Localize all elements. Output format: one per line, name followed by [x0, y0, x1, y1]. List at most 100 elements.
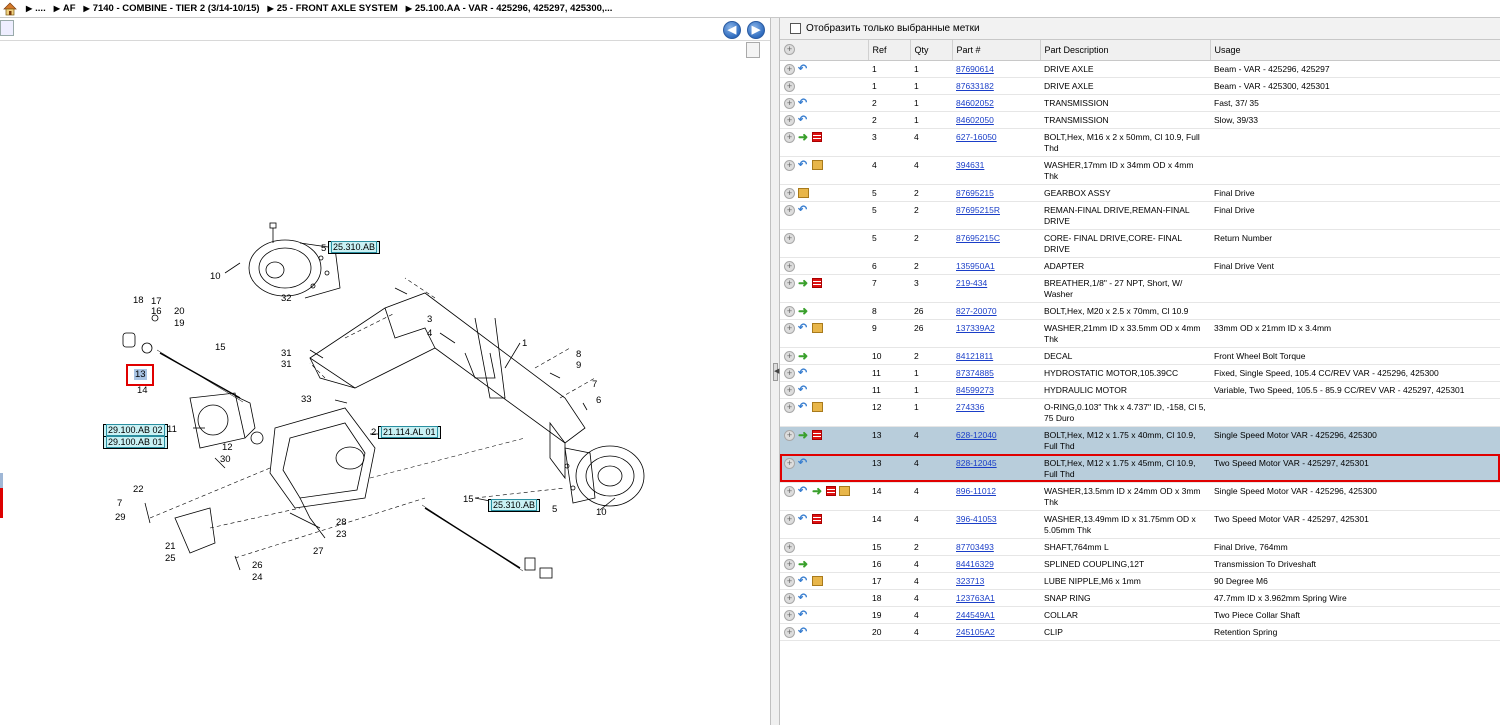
callout[interactable]: 31	[281, 359, 292, 370]
info-arrow-icon[interactable]: ↶	[798, 457, 809, 469]
add-icon[interactable]: +	[784, 232, 795, 244]
info-arrow-icon[interactable]: ↶	[798, 626, 809, 638]
add-icon[interactable]: +	[784, 204, 795, 216]
panel-splitter[interactable]: ◀	[770, 18, 780, 725]
add-icon[interactable]: +	[784, 350, 795, 362]
column-header-description[interactable]: Part Description	[1040, 40, 1211, 61]
table-row[interactable]: + ➜ 13 4 628-12040 BOLT,Hex, M12 x 1.75 x 40m…	[780, 426, 1500, 455]
add-icon[interactable]: +	[784, 63, 795, 75]
add-icon[interactable]: +	[784, 401, 795, 413]
replacement-arrow-icon[interactable]: ➜	[798, 131, 809, 143]
callout[interactable]: 23	[336, 529, 347, 540]
part-number-link[interactable]: 244549A1	[956, 610, 995, 620]
part-number-link[interactable]: 87695215C	[956, 233, 1000, 243]
callout[interactable]: 12	[222, 442, 233, 453]
callout[interactable]: 11	[167, 424, 177, 435]
part-number-link[interactable]: 87690614	[956, 64, 994, 74]
info-arrow-icon[interactable]: ↶	[798, 592, 809, 604]
add-icon[interactable]: +	[784, 575, 795, 587]
add-icon[interactable]: +	[784, 485, 795, 497]
replacement-arrow-icon[interactable]: ➜	[798, 429, 809, 441]
callout[interactable]: 31	[281, 348, 292, 359]
part-number-link[interactable]: 87695215R	[956, 205, 1000, 215]
table-row[interactable]: + ↶ 5 2 87695215R REMAN-FINAL DRIVE,REMAN-FIN…	[780, 201, 1500, 230]
table-row[interactable]: + ↶ 1 1 87690614 DRIVE AXLE Beam - VAR - 42529…	[780, 60, 1500, 78]
package-icon[interactable]	[812, 159, 823, 170]
info-arrow-icon[interactable]: ↶	[798, 97, 809, 109]
callout[interactable]: 21	[165, 541, 176, 552]
previous-icon[interactable]: ◀	[723, 21, 741, 39]
part-number-link[interactable]: 627-16050	[956, 132, 997, 142]
column-header-qty[interactable]: Qty	[910, 40, 953, 61]
table-row[interactable]: +1 1 87633182 DRIVE AXLE Beam - VAR - 425300…	[780, 77, 1500, 95]
callout[interactable]: 20	[174, 306, 185, 317]
callout[interactable]: 10	[596, 507, 607, 518]
part-number-link[interactable]: 396-41053	[956, 514, 997, 524]
add-icon[interactable]: +	[784, 260, 795, 272]
package-icon[interactable]	[839, 485, 850, 496]
table-row[interactable]: + ↶ 4 4 394631 WASHER,17mm ID x 34mm OD x 4mm…	[780, 156, 1500, 185]
callout-selected[interactable]: 13	[134, 369, 147, 380]
table-row[interactable]: + ➜ 8 26 827-20070 BOLT,Hex, M20 x 2.5 x 70mm…	[780, 302, 1500, 320]
callout[interactable]: 9	[576, 360, 581, 371]
notes-icon[interactable]	[812, 513, 822, 524]
part-number-link[interactable]: 123763A1	[956, 593, 995, 603]
callout[interactable]: 25	[165, 553, 176, 564]
add-icon[interactable]: +	[784, 80, 795, 92]
part-number-link[interactable]: 87695215	[956, 188, 994, 198]
breadcrumb-item[interactable]: ▶....	[26, 3, 46, 14]
callout[interactable]: 19	[174, 318, 185, 329]
show-selected-checkbox[interactable]	[790, 23, 801, 34]
info-arrow-icon[interactable]: ↶	[798, 575, 809, 587]
info-arrow-icon[interactable]: ↶	[798, 384, 809, 396]
callout[interactable]: 10	[210, 271, 221, 282]
table-row[interactable]: +15 2 87703493 SHAFT,764mm L Final Drive, 76…	[780, 538, 1500, 556]
package-icon[interactable]	[798, 187, 809, 198]
part-number-link[interactable]: 135950A1	[956, 261, 995, 271]
part-number-link[interactable]: 84416329	[956, 559, 994, 569]
replacement-arrow-icon[interactable]: ➜	[798, 305, 809, 317]
table-row[interactable]: + ↶ 20 4 245105A2 CLIP Retention Spring	[780, 623, 1500, 641]
info-arrow-icon[interactable]: ↶	[798, 63, 809, 75]
table-row[interactable]: +6 2 135950A1 ADAPTER Final Drive Vent	[780, 257, 1500, 275]
callout[interactable]: 33	[301, 394, 312, 405]
callout[interactable]: 2	[371, 427, 376, 438]
callout[interactable]: 4	[427, 328, 432, 339]
notes-icon[interactable]	[826, 485, 836, 496]
reference-link[interactable]: 29.100.AB 01	[103, 436, 168, 449]
part-number-link[interactable]: 84602052	[956, 98, 994, 108]
callout[interactable]: 26	[252, 560, 263, 571]
table-row[interactable]: + ↶ 19 4 244549A1 COLLAR Two Piece Collar Shaf…	[780, 606, 1500, 624]
add-icon[interactable]: +	[784, 367, 795, 379]
add-icon[interactable]: +	[784, 114, 795, 126]
table-row[interactable]: + ↶ 14 4 396-41053 WASHER,13.49mm ID x 31.75m…	[780, 510, 1500, 539]
callout[interactable]: 7	[592, 379, 597, 390]
part-number-link[interactable]: 219-434	[956, 278, 987, 288]
table-row[interactable]: + ↶ 2 1 84602050 TRANSMISSION Slow, 39/33	[780, 111, 1500, 129]
table-row[interactable]: + ↶ 17 4 323713 LUBE NIPPLE,M6 x 1mm 90 Degree…	[780, 572, 1500, 590]
callout[interactable]: 3	[427, 314, 432, 325]
add-icon[interactable]: +	[784, 384, 795, 396]
notes-icon[interactable]	[812, 277, 822, 288]
callout[interactable]: 7	[117, 498, 122, 509]
table-row[interactable]: + ➜ 3 4 627-16050 BOLT,Hex, M16 x 2 x 50mm, C…	[780, 128, 1500, 157]
info-arrow-icon[interactable]: ↶	[798, 114, 809, 126]
table-row[interactable]: + ➜ 10 2 84121811 DECAL Front Wheel Bolt Torqu…	[780, 347, 1500, 365]
table-row[interactable]: + ↶ 11 1 87374885 HYDROSTATIC MOTOR,105.39CC F…	[780, 364, 1500, 382]
column-header-part-number[interactable]: Part #	[952, 40, 1041, 61]
add-icon[interactable]: +	[784, 626, 795, 638]
part-number-link[interactable]: 84602050	[956, 115, 994, 125]
callout[interactable]: 30	[220, 454, 231, 465]
table-row[interactable]: +5 2 87695215C CORE- FINAL DRIVE,CORE- FINA…	[780, 229, 1500, 258]
info-arrow-icon[interactable]: ↶	[798, 204, 809, 216]
part-number-link[interactable]: 84599273	[956, 385, 994, 395]
add-icon[interactable]: +	[784, 131, 795, 143]
table-row[interactable]: + ↶ 9 26 137339A2 WASHER,21mm ID x 33.5mm OD …	[780, 319, 1500, 348]
add-icon[interactable]: +	[784, 305, 795, 317]
expand-all-icon[interactable]: +	[784, 44, 795, 56]
package-icon[interactable]	[812, 322, 823, 333]
info-arrow-icon[interactable]: ↶	[798, 609, 809, 621]
callout[interactable]: 1	[522, 338, 527, 349]
replacement-arrow-icon[interactable]: ➜	[812, 485, 823, 497]
part-number-link[interactable]: 827-20070	[956, 306, 997, 316]
